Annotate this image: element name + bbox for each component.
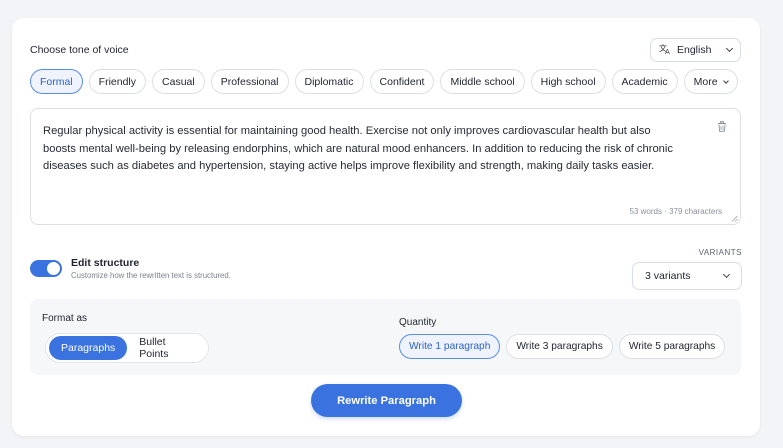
edit-structure-title: Edit structure (71, 257, 140, 269)
tone-chip-middle-school[interactable]: Middle school (440, 69, 525, 94)
tone-label: Choose tone of voice (30, 44, 129, 56)
quantity-5-paragraphs-button[interactable]: Write 5 paragraphs (618, 334, 726, 359)
chevron-down-icon (725, 44, 734, 53)
tone-chip-friendly[interactable]: Friendly (88, 69, 147, 94)
format-label: Format as (42, 313, 88, 324)
language-value: English (677, 44, 712, 56)
svg-text:A: A (665, 48, 670, 54)
format-bullet-points-button[interactable]: Bullet Points (127, 336, 205, 360)
variants-value: 3 variants (645, 270, 691, 282)
format-panel: Format as Paragraphs Bullet Points Quant… (30, 299, 741, 375)
tone-chips: Formal Friendly Casual Professional Dipl… (30, 69, 738, 94)
resize-handle-icon[interactable] (731, 215, 738, 222)
chevron-down-icon (722, 77, 729, 84)
quantity-3-paragraphs-button[interactable]: Write 3 paragraphs (506, 334, 613, 359)
variants-label: VARIANTS (698, 248, 742, 257)
format-paragraphs-button[interactable]: Paragraphs (49, 336, 128, 360)
format-segmented-control: Paragraphs Bullet Points (45, 333, 209, 363)
toggle-knob (47, 262, 60, 275)
quantity-1-paragraph-button[interactable]: Write 1 paragraph (399, 334, 501, 359)
tone-chip-casual[interactable]: Casual (152, 69, 205, 94)
quantity-label: Quantity (399, 317, 437, 328)
tone-chip-academic[interactable]: Academic (611, 69, 678, 94)
word-character-count: 53 words · 379 characters (629, 207, 723, 216)
language-select[interactable]: 文 A English (650, 38, 741, 62)
translate-icon: 文 A (659, 43, 671, 57)
chevron-down-icon (722, 270, 731, 279)
tone-chip-formal[interactable]: Formal (30, 69, 83, 94)
tone-more-button[interactable]: More (683, 69, 738, 94)
trash-icon[interactable] (717, 121, 727, 132)
more-label: More (693, 75, 718, 88)
input-text[interactable]: Regular physical activity is essential f… (43, 123, 678, 176)
rewrite-card: Choose tone of voice 文 A English Formal … (12, 18, 760, 436)
input-textarea[interactable]: Regular physical activity is essential f… (30, 108, 741, 225)
tone-chip-professional[interactable]: Professional (210, 69, 289, 94)
edit-structure-toggle[interactable] (30, 260, 62, 277)
tone-chip-diplomatic[interactable]: Diplomatic (294, 69, 364, 94)
rewrite-paragraph-button[interactable]: Rewrite Paragraph (311, 384, 462, 417)
quantity-options: Write 1 paragraph Write 3 paragraphs Wri… (399, 334, 726, 359)
tone-chip-high-school[interactable]: High school (530, 69, 606, 94)
edit-structure-subtitle: Customize how the rewritten text is stru… (71, 271, 231, 280)
variants-select[interactable]: 3 variants (632, 262, 742, 290)
tone-chip-confident[interactable]: Confident (369, 69, 435, 94)
